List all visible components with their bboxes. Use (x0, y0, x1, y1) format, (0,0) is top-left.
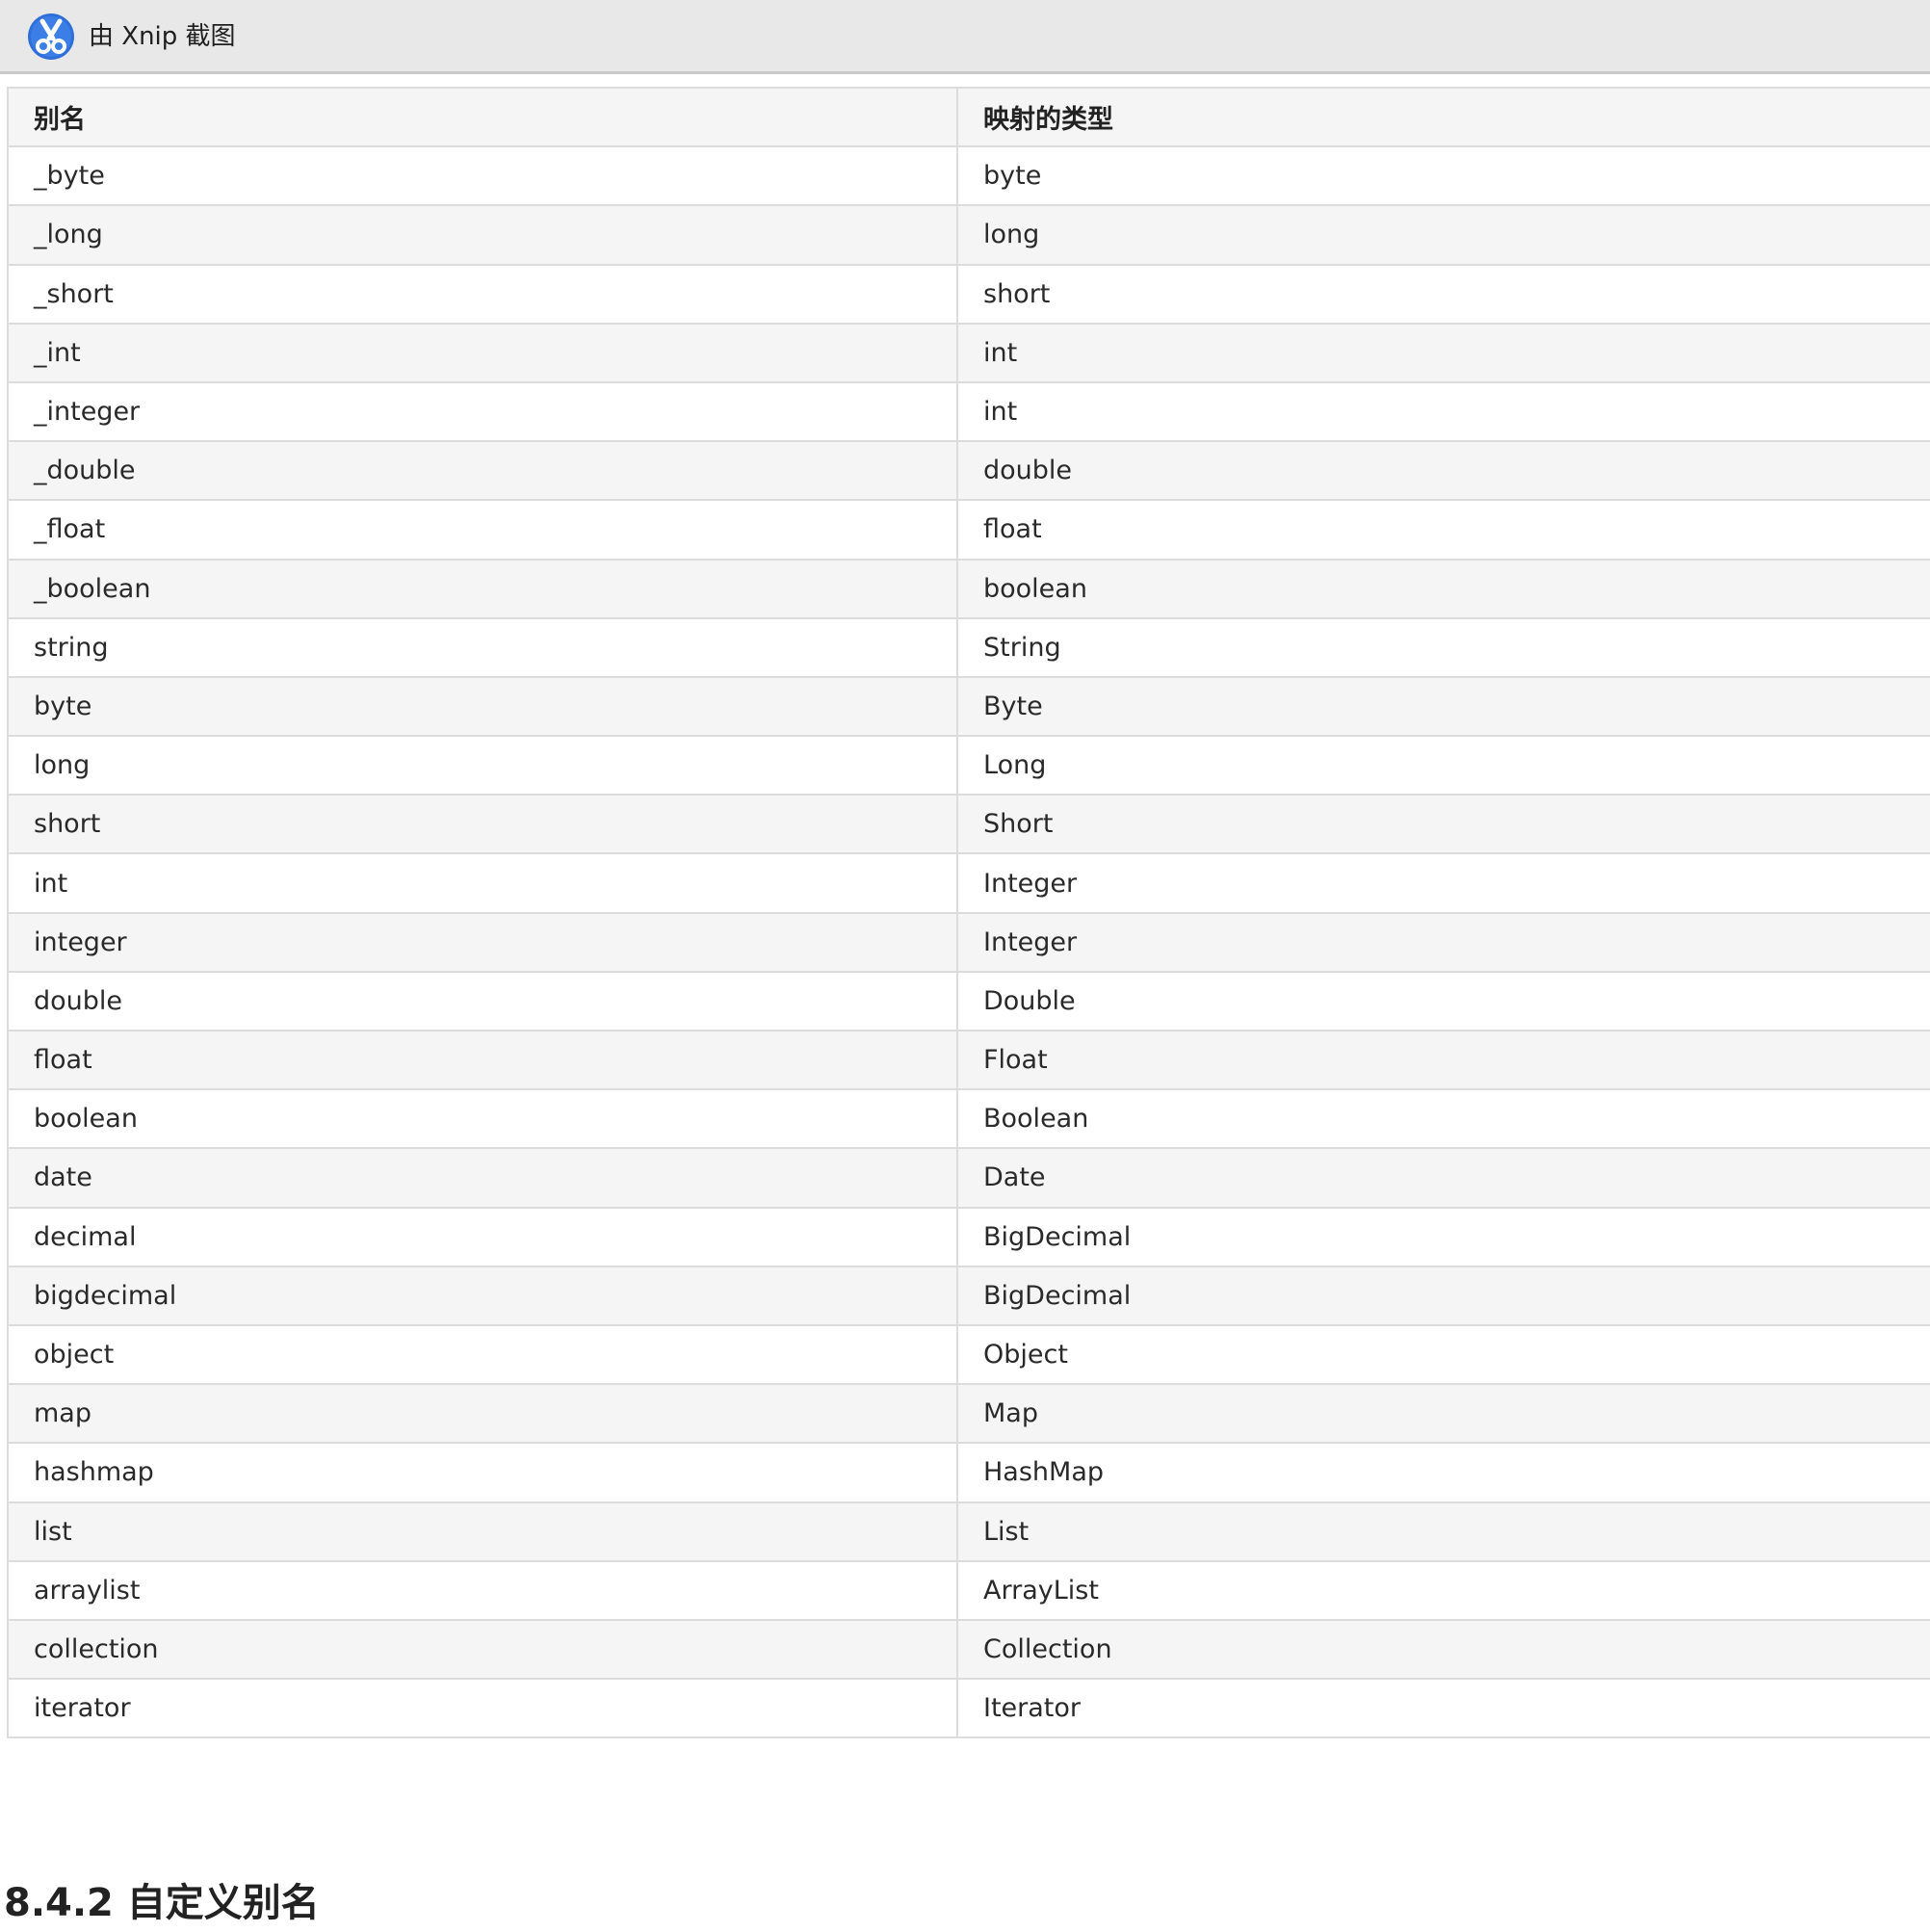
alias-cell: _int (7, 322, 958, 383)
table-row: _byte byte (7, 145, 1930, 207)
table-row: arraylist ArrayList (7, 1559, 1930, 1621)
alias-cell: integer (7, 911, 958, 973)
mapped-type-cell: float (956, 499, 1930, 561)
mapped-type-cell: Iterator (956, 1678, 1930, 1739)
table-row: hashmap HashMap (7, 1442, 1930, 1503)
mapped-type-cell: BigDecimal (956, 1206, 1930, 1267)
table-row: string String (7, 616, 1930, 678)
alias-table-container: 别名 映射的类型 _byte byte _long long _short short _i… (7, 86, 1930, 1739)
alias-cell: boolean (7, 1088, 958, 1150)
table-row: boolean Boolean (7, 1088, 1930, 1150)
mapped-type-cell: Integer (956, 852, 1930, 914)
table-row: _float float (7, 499, 1930, 561)
section-heading: 8.4.2 自定义别名 (4, 1881, 320, 1925)
alias-cell: double (7, 970, 958, 1032)
mapped-type-cell: Long (956, 735, 1930, 796)
alias-cell: byte (7, 675, 958, 738)
mapped-type-cell: Short (956, 794, 1930, 855)
alias-cell: arraylist (7, 1559, 958, 1621)
column-header-mapped-type: 映射的类型 (956, 86, 1930, 148)
mapped-type-cell: Float (956, 1029, 1930, 1091)
mapped-type-cell: Map (956, 1383, 1930, 1445)
alias-cell: int (7, 852, 958, 914)
mapped-type-cell: BigDecimal (956, 1265, 1930, 1326)
table-row: _integer int (7, 380, 1930, 443)
alias-cell: _float (7, 499, 958, 561)
table-row: int Integer (7, 852, 1930, 914)
mapped-type-cell: double (956, 440, 1930, 502)
mapped-type-cell: Double (956, 970, 1930, 1032)
alias-cell: _double (7, 440, 958, 502)
table-row: bigdecimal BigDecimal (7, 1265, 1930, 1326)
table-row: _short short (7, 263, 1930, 325)
table-row: float Float (7, 1029, 1930, 1091)
table-row: double Double (7, 970, 1930, 1032)
table-row: integer Integer (7, 911, 1930, 973)
alias-cell: _integer (7, 380, 958, 443)
alias-cell: _short (7, 263, 958, 325)
alias-cell: bigdecimal (7, 1265, 958, 1326)
table-row: _double double (7, 440, 1930, 502)
mapped-type-cell: short (956, 263, 1930, 325)
mapped-type-cell: HashMap (956, 1442, 1930, 1503)
mapped-type-cell: Boolean (956, 1088, 1930, 1150)
alias-cell: short (7, 794, 958, 855)
alias-cell: collection (7, 1618, 958, 1681)
alias-cell: list (7, 1501, 958, 1562)
table-header-row: 别名 映射的类型 (7, 86, 1930, 148)
mapped-type-cell: int (956, 380, 1930, 443)
alias-cell: date (7, 1147, 958, 1209)
table-row: list List (7, 1501, 1930, 1562)
alias-cell: float (7, 1029, 958, 1091)
alias-cell: _boolean (7, 558, 958, 619)
alias-cell: iterator (7, 1678, 958, 1739)
mapped-type-cell: boolean (956, 558, 1930, 619)
window-titlebar: 由 Xnip 截图 (0, 0, 1930, 74)
table-row: byte Byte (7, 675, 1930, 738)
table-row: _long long (7, 204, 1930, 266)
table-row: iterator Iterator (7, 1678, 1930, 1739)
mapped-type-cell: byte (956, 145, 1930, 207)
alias-cell: object (7, 1323, 958, 1386)
mapped-type-cell: List (956, 1501, 1930, 1562)
table-row: map Map (7, 1383, 1930, 1445)
mapped-type-cell: ArrayList (956, 1559, 1930, 1621)
alias-table: 别名 映射的类型 _byte byte _long long _short short _i… (7, 86, 1930, 1739)
alias-cell: long (7, 735, 958, 796)
table-row: _boolean boolean (7, 558, 1930, 619)
alias-cell: _byte (7, 145, 958, 207)
scissors-icon (28, 13, 74, 60)
table-row: short Short (7, 794, 1930, 855)
mapped-type-cell: String (956, 616, 1930, 678)
mapped-type-cell: Object (956, 1323, 1930, 1386)
mapped-type-cell: Integer (956, 911, 1930, 973)
alias-cell: _long (7, 204, 958, 266)
table-row: date Date (7, 1147, 1930, 1209)
mapped-type-cell: long (956, 204, 1930, 266)
alias-cell: map (7, 1383, 958, 1445)
titlebar-label: 由 Xnip 截图 (89, 22, 236, 51)
table-row: decimal BigDecimal (7, 1206, 1930, 1267)
mapped-type-cell: Date (956, 1147, 1930, 1209)
column-header-alias: 别名 (7, 86, 958, 148)
table-row: _int int (7, 322, 1930, 383)
alias-cell: string (7, 616, 958, 678)
mapped-type-cell: int (956, 322, 1930, 383)
table-row: object Object (7, 1323, 1930, 1386)
table-row: collection Collection (7, 1618, 1930, 1681)
alias-cell: decimal (7, 1206, 958, 1267)
mapped-type-cell: Collection (956, 1618, 1930, 1681)
mapped-type-cell: Byte (956, 675, 1930, 738)
table-row: long Long (7, 735, 1930, 796)
alias-cell: hashmap (7, 1442, 958, 1503)
